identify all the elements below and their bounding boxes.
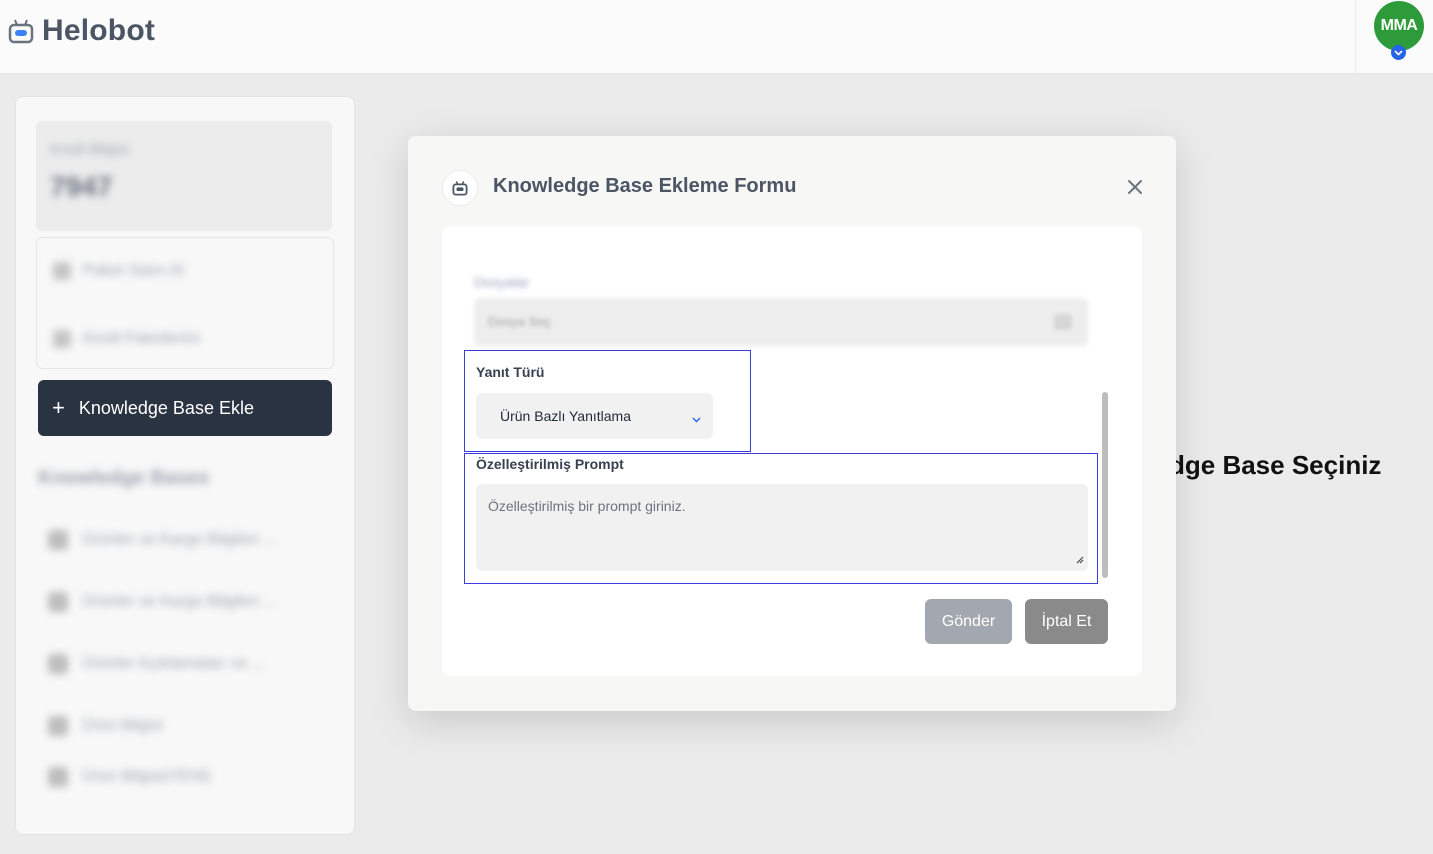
menu-item-label: Kredi Paketlerim: [83, 330, 201, 347]
app-header: Helobot MMA: [0, 0, 1433, 74]
kb-item-label: Ürünler ve Kargo Bilgileri ...: [82, 593, 277, 610]
document-icon: [48, 592, 68, 612]
cancel-button[interactable]: İptal Et: [1025, 599, 1108, 644]
close-icon[interactable]: [1124, 176, 1146, 198]
robot-icon: [6, 16, 36, 46]
credit-label: Kredi Bilgisi: [50, 141, 129, 158]
gear-icon: [53, 262, 71, 280]
kb-list-item[interactable]: Ürünler Açıklamaları ve ...: [48, 654, 265, 674]
side-menu: Paket Satın Al Kredi Paketlerim: [36, 237, 334, 369]
file-select-text: Dosya Seç: [488, 314, 551, 329]
kb-list-item[interactable]: Ürünler ve Kargo Bilgileri ...: [48, 592, 277, 612]
document-icon: [48, 716, 68, 736]
robot-icon: [442, 170, 478, 206]
plus-icon: +: [52, 395, 65, 420]
kb-item-label: Ürün Bilgisi(YENİ): [82, 768, 211, 785]
resize-grip-icon[interactable]: [1074, 551, 1084, 567]
kb-heading: Knowledge Bases: [38, 467, 210, 489]
custom-prompt-label: Özelleştirilmiş Prompt: [476, 456, 624, 472]
files-label: Dosyalar: [474, 274, 530, 290]
custom-prompt-placeholder: Özelleştirilmiş bir prompt giriniz.: [488, 498, 686, 514]
custom-prompt-textarea[interactable]: Özelleştirilmiş bir prompt giriniz.: [476, 484, 1088, 571]
credit-card: Kredi Bilgisi 7947: [36, 121, 332, 231]
menu-item-label: Paket Satın Al: [83, 262, 184, 279]
kb-item-label: Ürünler ve Kargo Bilgileri ...: [82, 531, 277, 548]
kb-list-item[interactable]: Ürün Bilgisi(YENİ): [48, 767, 211, 787]
chevron-down-icon[interactable]: [1391, 45, 1406, 60]
header-divider: [1355, 0, 1356, 73]
brand[interactable]: Helobot: [6, 14, 155, 48]
chevron-down-icon: [692, 410, 701, 426]
response-type-label: Yanıt Türü: [476, 364, 545, 380]
avatar[interactable]: MMA: [1374, 1, 1424, 51]
main-empty-title: dge Base Seçiniz: [1169, 450, 1382, 480]
kb-item-label: Ürün Bilgisi: [82, 717, 163, 734]
menu-item-buy-package[interactable]: Paket Satın Al: [53, 262, 184, 280]
file-select-input[interactable]: Dosya Seç: [474, 298, 1088, 346]
credit-value: 7947: [50, 171, 113, 202]
sidebar: Kredi Bilgisi 7947 Paket Satın Al Kredi …: [15, 96, 355, 835]
kb-list-item[interactable]: Ürünler ve Kargo Bilgileri ...: [48, 530, 277, 550]
submit-button[interactable]: Gönder: [925, 599, 1012, 644]
kb-list-item[interactable]: Ürün Bilgisi: [48, 716, 163, 736]
add-knowledge-base-button[interactable]: + Knowledge Base Ekle: [38, 380, 332, 436]
kb-item-label: Ürünler Açıklamaları ve ...: [82, 655, 266, 672]
document-icon: [48, 654, 68, 674]
form-card: Dosyalar Dosya Seç Yanıt Türü Ürün Bazlı…: [442, 226, 1142, 676]
app-name: Helobot: [42, 14, 156, 47]
add-knowledge-base-label: Knowledge Base Ekle: [78, 397, 254, 418]
response-type-value: Ürün Bazlı Yanıtlama: [500, 408, 631, 424]
form-scrollbar[interactable]: [1102, 392, 1108, 578]
document-icon: [48, 767, 68, 787]
menu-item-credit-packages[interactable]: Kredi Paketlerim: [53, 330, 200, 348]
modal-title: Knowledge Base Ekleme Formu: [493, 175, 797, 197]
knowledge-base-form-modal: Knowledge Base Ekleme Formu Dosyalar Dos…: [408, 136, 1176, 711]
document-icon: [48, 530, 68, 550]
response-type-select[interactable]: Ürün Bazlı Yanıtlama: [476, 393, 713, 439]
package-icon: [53, 330, 71, 348]
upload-icon: [1054, 314, 1072, 330]
